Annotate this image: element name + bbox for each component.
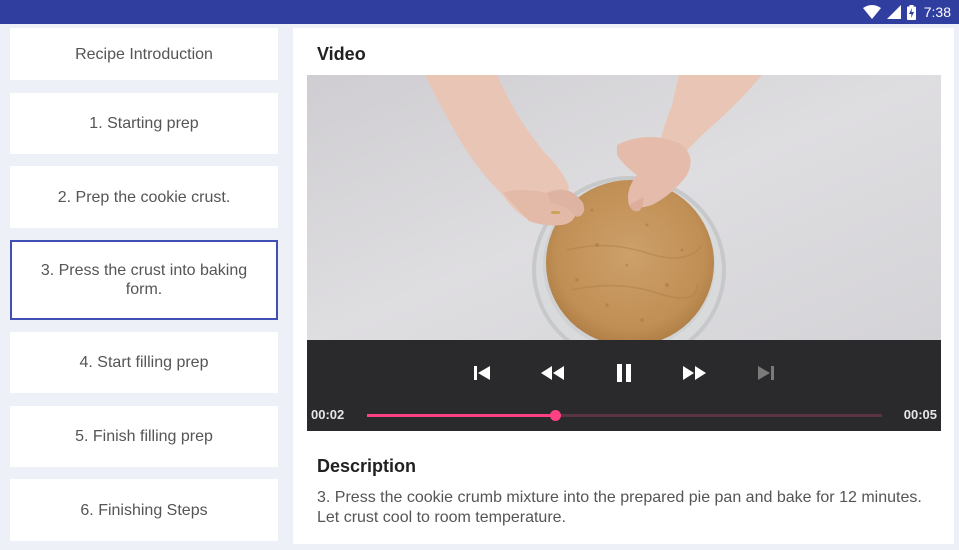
video-heading: Video bbox=[317, 44, 366, 64]
status-bar: 7:38 bbox=[0, 0, 959, 24]
step-item-2[interactable]: 2. Prep the cookie crust. bbox=[10, 166, 278, 228]
cell-signal-icon bbox=[886, 5, 901, 19]
duration-time: 00:05 bbox=[903, 407, 937, 422]
video-player[interactable]: 00:02 00:05 bbox=[307, 75, 941, 431]
step-item-1[interactable]: 1. Starting prep bbox=[10, 93, 278, 154]
step-item-label: 5. Finish filling prep bbox=[75, 428, 213, 445]
rewind-button[interactable] bbox=[535, 358, 569, 392]
step-item-4[interactable]: 4. Start filling prep bbox=[10, 332, 278, 393]
step-item-label: 4. Start filling prep bbox=[79, 354, 209, 371]
seek-bar[interactable] bbox=[367, 410, 882, 421]
wifi-icon bbox=[862, 5, 881, 19]
step-detail-panel: Video 00:02 00:05 Description 3. Press t… bbox=[293, 28, 954, 544]
step-item-label: 6. Finishing Steps bbox=[80, 501, 208, 519]
description-heading: Description bbox=[317, 456, 417, 476]
next-button[interactable] bbox=[749, 358, 783, 392]
step-item-label: Recipe Introduction bbox=[75, 45, 213, 63]
step-item-6[interactable]: 6. Finishing Steps bbox=[10, 479, 278, 541]
pause-icon bbox=[615, 363, 633, 388]
description-text: 3. Press the cookie crumb mixture into t… bbox=[317, 489, 922, 526]
fast-forward-icon bbox=[683, 365, 707, 386]
step-item-5[interactable]: 5. Finish filling prep bbox=[10, 406, 278, 467]
player-controls: 00:02 00:05 bbox=[307, 340, 941, 431]
step-item-label: 3. Press the crust into baking form. bbox=[40, 262, 248, 298]
pause-button[interactable] bbox=[607, 358, 641, 392]
seek-bar-progress bbox=[367, 414, 555, 417]
clock-time: 7:38 bbox=[923, 4, 951, 20]
step-item-label: 1. Starting prep bbox=[89, 115, 199, 132]
current-time: 00:02 bbox=[311, 407, 345, 422]
seek-bar-thumb[interactable] bbox=[549, 410, 561, 421]
skip-previous-icon bbox=[473, 364, 491, 387]
step-item-label: 2. Prep the cookie crust. bbox=[57, 188, 231, 206]
previous-button[interactable] bbox=[465, 358, 499, 392]
skip-next-icon bbox=[757, 364, 775, 387]
fast-forward-button[interactable] bbox=[678, 358, 712, 392]
step-item-introduction[interactable]: Recipe Introduction bbox=[10, 28, 278, 80]
step-item-3-selected[interactable]: 3. Press the crust into baking form. bbox=[10, 240, 278, 320]
rewind-icon bbox=[540, 365, 564, 386]
battery-charging-icon bbox=[906, 4, 916, 20]
video-frame bbox=[307, 75, 941, 340]
